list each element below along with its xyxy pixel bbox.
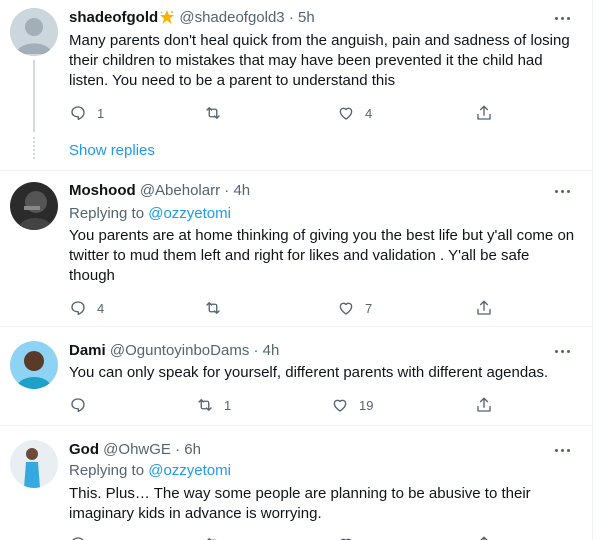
timestamp[interactable]: · 5h xyxy=(289,9,315,26)
like-button[interactable]: 4 xyxy=(337,103,372,123)
reply-button[interactable]: 1 xyxy=(69,103,104,123)
show-replies-link[interactable]: Show replies xyxy=(69,141,155,161)
avatar[interactable] xyxy=(10,440,58,488)
retweet-button[interactable] xyxy=(204,103,232,123)
action-bar: 4 7 xyxy=(69,298,499,318)
replying-to-link[interactable]: @ozzyetomi xyxy=(148,462,231,479)
replying-to-link[interactable]: @ozzyetomi xyxy=(148,205,231,222)
thread-dots xyxy=(33,137,35,159)
display-name[interactable]: shadeofgold xyxy=(69,9,158,26)
retweet-icon xyxy=(207,538,217,540)
handle[interactable]: @OhwGE xyxy=(103,441,171,458)
like-button[interactable] xyxy=(337,534,355,540)
reply-tweet-4[interactable]: God @OhwGE · 6h Replying to @ozzyetomi T… xyxy=(0,426,592,540)
thread-line xyxy=(33,60,35,132)
retweet-icon xyxy=(206,302,220,314)
tweet-text: You can only speak for yourself, differe… xyxy=(69,364,549,381)
like-icon xyxy=(340,538,352,540)
share-icon xyxy=(477,105,491,120)
like-count: 4 xyxy=(365,105,373,121)
retweet-count: 1 xyxy=(224,397,232,413)
like-icon xyxy=(339,107,353,120)
share-button[interactable] xyxy=(475,395,493,415)
timestamp[interactable]: · 4h xyxy=(224,182,250,199)
reply-count: 1 xyxy=(97,105,105,121)
share-icon xyxy=(480,536,488,540)
display-name[interactable]: God xyxy=(69,441,99,458)
reply-tweet-2[interactable]: Moshood @Abeholarr · 4h Replying to @ozz… xyxy=(0,171,592,326)
avatar[interactable] xyxy=(10,182,58,230)
reply-button[interactable] xyxy=(69,395,97,415)
share-icon xyxy=(477,300,491,315)
avatar[interactable] xyxy=(10,341,58,389)
share-button[interactable] xyxy=(475,298,493,318)
like-icon xyxy=(339,302,353,315)
tweet-text: You parents are at home thinking of givi… xyxy=(69,227,575,284)
timestamp[interactable]: · 4h xyxy=(254,342,280,359)
avatar[interactable] xyxy=(10,8,58,56)
display-name[interactable]: Moshood xyxy=(69,182,136,199)
handle[interactable]: @Abeholarr xyxy=(140,182,220,199)
reply-button[interactable]: 4 xyxy=(69,298,104,318)
more-icon[interactable] xyxy=(554,342,572,360)
display-name[interactable]: Dami xyxy=(69,342,106,359)
share-icon xyxy=(477,397,491,412)
like-count: 7 xyxy=(365,300,373,316)
retweet-icon xyxy=(206,107,220,119)
reply-icon xyxy=(72,537,84,540)
like-button[interactable]: 7 xyxy=(337,298,372,318)
reply-icon xyxy=(71,301,85,316)
share-button[interactable] xyxy=(475,534,493,540)
reply-button[interactable] xyxy=(69,534,87,540)
action-bar: 1 19 xyxy=(69,395,499,415)
handle[interactable]: @shadeofgold3 xyxy=(179,9,284,26)
handle[interactable]: @OguntoyinboDams xyxy=(110,342,249,359)
retweet-button[interactable] xyxy=(204,298,232,318)
replying-to-label: Replying to xyxy=(69,205,145,222)
more-icon[interactable] xyxy=(554,441,572,459)
timestamp[interactable]: · 6h xyxy=(175,441,201,458)
retweet-button[interactable]: 1 xyxy=(196,395,231,415)
like-count: 19 xyxy=(359,397,374,413)
more-icon[interactable] xyxy=(554,9,572,27)
more-icon[interactable] xyxy=(554,182,572,200)
replying-to-label: Replying to xyxy=(69,462,145,479)
reply-icon xyxy=(71,398,85,413)
action-bar xyxy=(69,534,499,540)
star-emoji-icon xyxy=(159,9,175,25)
reply-tweet-1[interactable]: shadeofgold @shadeofgold3 · 5h Many pare… xyxy=(0,0,592,170)
retweet-button[interactable] xyxy=(204,534,222,540)
like-icon xyxy=(333,399,347,412)
reply-count: 4 xyxy=(97,300,105,316)
like-button[interactable]: 19 xyxy=(331,395,373,415)
scroll-edge xyxy=(592,0,604,540)
tweet-text: This. Plus… The way some people are plan… xyxy=(69,485,531,522)
reply-tweet-3[interactable]: Dami @OguntoyinboDams · 4h You can only … xyxy=(0,327,592,425)
reply-icon xyxy=(71,106,85,121)
tweet-text: Many parents don't heal quick from the a… xyxy=(69,32,570,89)
action-bar: 1 4 xyxy=(69,103,499,123)
retweet-icon xyxy=(198,399,212,411)
share-button[interactable] xyxy=(475,103,493,123)
